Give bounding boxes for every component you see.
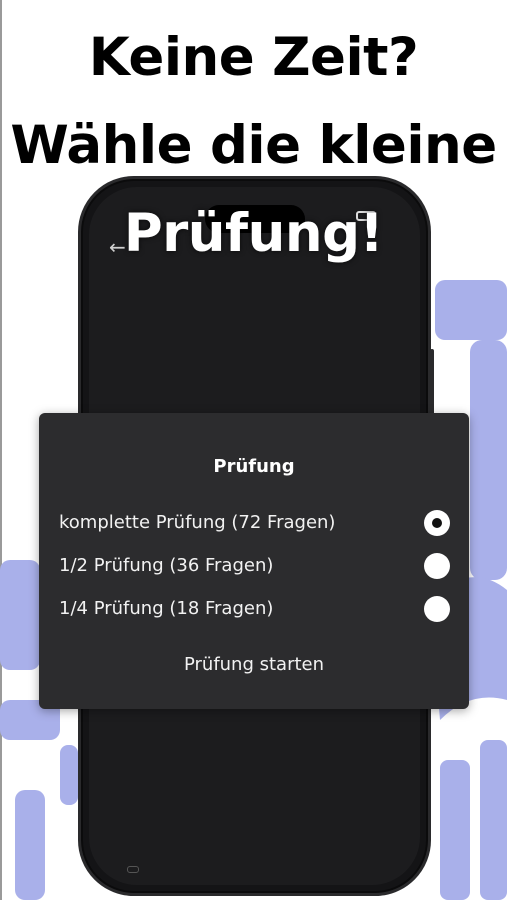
radio-unselected-icon[interactable]	[424, 596, 450, 622]
option-label: 1/2 Prüfung (36 Fragen)	[59, 555, 274, 576]
option-full-exam[interactable]: komplette Prüfung (72 Fragen)	[39, 503, 469, 543]
exam-size-dialog: Prüfung komplette Prüfung (72 Fragen) 1/…	[39, 413, 469, 709]
phone-side-button	[430, 349, 434, 419]
headline-line-2: Wähle die kleine	[10, 115, 497, 176]
option-quarter-exam[interactable]: 1/4 Prüfung (18 Fragen)	[39, 589, 469, 629]
start-exam-button[interactable]: Prüfung starten	[154, 645, 354, 685]
option-label: komplette Prüfung (72 Fragen)	[59, 512, 336, 533]
radio-selected-icon[interactable]	[424, 510, 450, 536]
headline: Keine Zeit? Wähle die kleine Prüfung!	[0, 14, 507, 278]
radio-unselected-icon[interactable]	[424, 553, 450, 579]
dialog-title: Prüfung	[213, 456, 295, 477]
headline-line-1: Keine Zeit?	[88, 27, 419, 88]
headline-line-3: Prüfung!	[123, 203, 384, 264]
camera-icon	[127, 866, 139, 873]
option-half-exam[interactable]: 1/2 Prüfung (36 Fragen)	[39, 546, 469, 586]
option-label: 1/4 Prüfung (18 Fragen)	[59, 598, 274, 619]
